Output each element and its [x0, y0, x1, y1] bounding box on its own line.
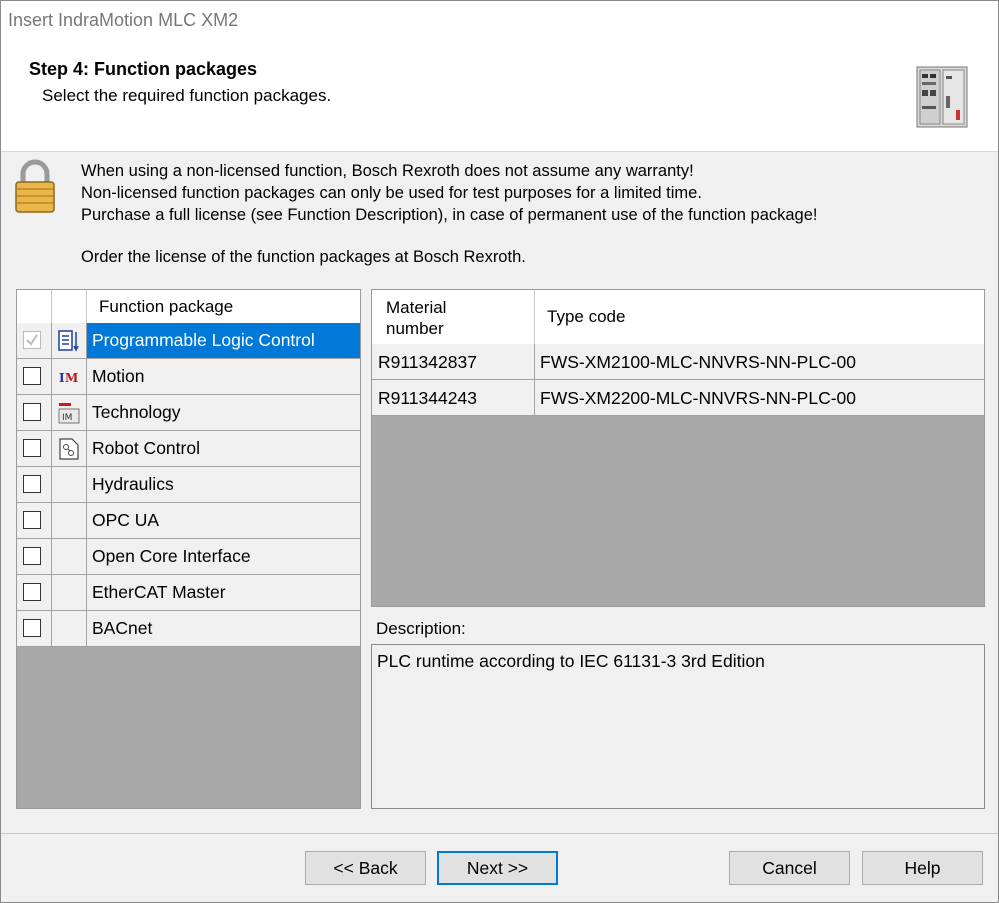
checkmark-icon: [26, 334, 38, 346]
description-box[interactable]: PLC runtime according to IEC 61131-3 3rd…: [371, 644, 985, 809]
package-row-plc[interactable]: Programmable Logic Control: [17, 323, 360, 359]
description-label: Description:: [376, 619, 466, 638]
package-label: Technology: [92, 402, 181, 422]
package-checkbox-ethercat-master[interactable]: [23, 583, 41, 601]
type-code-cell: FWS-XM2200-MLC-NNVRS-NN-PLC-00: [540, 388, 857, 408]
robot-control-icon: [59, 438, 79, 460]
function-package-header: Function package: [99, 297, 234, 316]
package-checkbox-technology[interactable]: [23, 403, 41, 421]
package-checkbox-open-core-interface[interactable]: [23, 547, 41, 565]
window-title: Insert IndraMotion MLC XM2: [8, 10, 239, 30]
package-checkbox-motion[interactable]: [23, 367, 41, 385]
package-label: Open Core Interface: [92, 546, 251, 566]
type-code-cell: FWS-XM2100-MLC-NNVRS-NN-PLC-00: [540, 352, 857, 372]
svg-text:IM: IM: [62, 413, 72, 423]
package-label: Robot Control: [92, 438, 200, 458]
lock-icon: [15, 159, 55, 213]
type-code-header[interactable]: Type code: [547, 307, 625, 327]
package-row-technology[interactable]: IM Technology: [17, 395, 360, 431]
footer-divider: [1, 833, 998, 834]
warning-line-1: When using a non-licensed function, Bosc…: [81, 162, 694, 180]
package-checkbox-hydraulics[interactable]: [23, 475, 41, 493]
title-bar[interactable]: Insert IndraMotion MLC XM2: [1, 1, 998, 41]
warning-line-3: Purchase a full license (see Function De…: [81, 206, 818, 224]
package-checkbox-opc-ua[interactable]: [23, 511, 41, 529]
package-row-open-core-interface[interactable]: Open Core Interface: [17, 539, 360, 575]
step-subtitle: Select the required function packages.: [42, 86, 332, 105]
next-button[interactable]: Next >>: [437, 851, 558, 885]
cancel-button[interactable]: Cancel: [729, 851, 850, 885]
package-label: BACnet: [92, 618, 153, 638]
table-row[interactable]: R911344243 FWS-XM2200-MLC-NNVRS-NN-PLC-0…: [372, 380, 984, 416]
controller-device-icon: [916, 66, 968, 128]
grid-header: Function package: [17, 290, 360, 324]
back-button[interactable]: << Back: [305, 851, 426, 885]
function-package-grid[interactable]: Function package Programmable Logic Cont…: [16, 289, 361, 809]
package-row-hydraulics[interactable]: Hydraulics: [17, 467, 360, 503]
package-label: OPC UA: [92, 510, 160, 530]
svg-text:M: M: [65, 371, 78, 385]
im-motion-icon: I M: [59, 371, 78, 385]
package-row-bacnet[interactable]: BACnet: [17, 611, 360, 647]
im-technology-icon: IM: [58, 403, 80, 424]
material-number-cell: R911342837: [378, 352, 477, 372]
package-label: Hydraulics: [92, 474, 174, 494]
material-grid[interactable]: Material number Type code R911342837 FWS…: [371, 289, 985, 607]
package-label: Programmable Logic Control: [92, 330, 315, 351]
package-row-robot-control[interactable]: Robot Control: [17, 431, 360, 467]
package-row-motion[interactable]: I M Motion: [17, 359, 360, 395]
table-row[interactable]: R911342837 FWS-XM2100-MLC-NNVRS-NN-PLC-0…: [372, 344, 984, 380]
package-row-ethercat-master[interactable]: EtherCAT Master: [17, 575, 360, 611]
package-checkbox-bacnet[interactable]: [23, 619, 41, 637]
package-row-opc-ua[interactable]: OPC UA: [17, 503, 360, 539]
warning-line-2: Non-licensed function packages can only …: [81, 184, 702, 202]
dialog-window: Insert IndraMotion MLC XM2 Step 4: Funct…: [0, 0, 999, 903]
help-button[interactable]: Help: [862, 851, 983, 885]
wizard-header: Step 4: Function packages Select the req…: [1, 41, 998, 152]
plc-icon: [58, 330, 79, 352]
material-number-cell: R911344243: [378, 388, 477, 408]
package-checkbox-robot-control[interactable]: [23, 439, 41, 457]
material-number-header[interactable]: Material number: [386, 297, 506, 339]
description-text: PLC runtime according to IEC 61131-3 3rd…: [377, 651, 765, 671]
step-title: Step 4: Function packages: [29, 59, 258, 79]
order-license-note: Order the license of the function packag…: [81, 248, 526, 266]
package-label: Motion: [92, 366, 145, 386]
header-icon-column: [52, 290, 87, 323]
package-checkbox-plc[interactable]: [23, 331, 41, 349]
material-grid-header: Material number Type code: [372, 290, 984, 345]
package-label: EtherCAT Master: [92, 582, 226, 602]
header-check-column: [17, 290, 52, 323]
